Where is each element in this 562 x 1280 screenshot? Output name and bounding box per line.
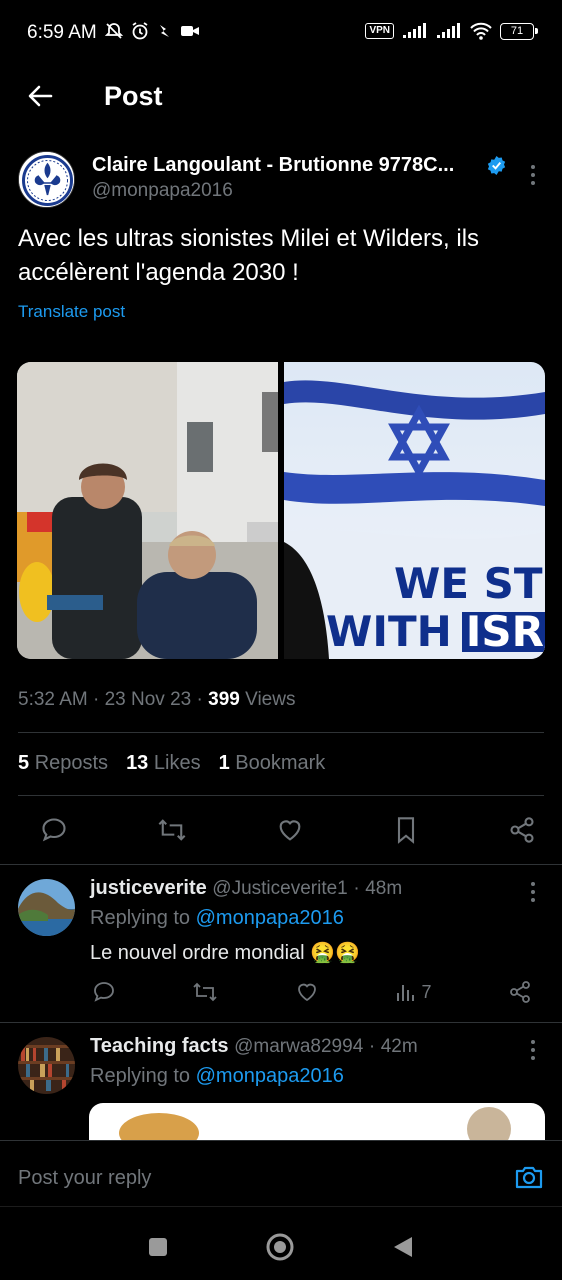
back-nav-icon[interactable]	[392, 1235, 414, 1259]
video-camera-icon	[180, 23, 200, 39]
flag-text-line2: WITH	[326, 607, 452, 656]
repost-icon[interactable]	[157, 816, 187, 844]
status-bar: 6:59 AM VPN 71	[0, 0, 562, 66]
likes-stat[interactable]: 13 Likes	[126, 752, 201, 775]
reply-author[interactable]: Teaching facts @marwa82994 · 42m	[90, 1035, 418, 1058]
reply-time: 48m	[365, 878, 403, 899]
replying-label: Replying to	[90, 1065, 191, 1087]
reply-views-count: 7	[421, 981, 432, 1002]
repost-icon[interactable]	[192, 980, 218, 1004]
divider	[0, 864, 562, 865]
signal-icon-2	[436, 23, 462, 39]
bookmarks-stat[interactable]: 1 Bookmark	[219, 752, 326, 775]
photo-two-men[interactable]	[17, 362, 278, 659]
reply-icon[interactable]	[40, 816, 68, 844]
reply-time: 42m	[380, 1036, 418, 1057]
flag-text-line1: WE ST	[394, 559, 543, 608]
replying-label: Replying to	[90, 907, 191, 929]
post-actions	[18, 812, 544, 848]
replying-to: Replying to @monpapa2016	[90, 907, 344, 930]
like-heart-icon[interactable]	[276, 816, 304, 844]
post-meta: 5:32 AM · 23 Nov 23 · 399 Views	[18, 689, 296, 710]
flag-image[interactable]: WE ST WITH ISR	[284, 362, 545, 659]
likes-count: 13	[126, 752, 149, 774]
divider	[18, 732, 544, 733]
reply-more-icon[interactable]	[522, 1038, 544, 1062]
post-media[interactable]: WE ST WITH ISR	[17, 362, 545, 659]
reply-input[interactable]: Post your reply	[18, 1167, 151, 1190]
reply-author-handle[interactable]: @Justiceverite1	[212, 878, 347, 899]
back-arrow-icon[interactable]	[24, 80, 56, 112]
views-label: Views	[245, 689, 296, 710]
reply-avatar[interactable]	[18, 879, 75, 936]
like-heart-icon[interactable]	[295, 980, 319, 1004]
battery-indicator: 71	[500, 22, 538, 40]
reply-author-handle[interactable]: @marwa82994	[234, 1036, 363, 1057]
status-right-icons: VPN 71	[365, 22, 538, 40]
author-avatar[interactable]	[18, 151, 75, 208]
mute-bell-icon	[104, 21, 124, 41]
reply-bar: Post your reply	[0, 1140, 562, 1206]
more-options-icon[interactable]	[522, 163, 544, 187]
views-stat[interactable]: 7	[395, 981, 431, 1003]
post-date: 23 Nov 23	[104, 689, 192, 710]
camera-icon[interactable]	[514, 1163, 544, 1191]
post-text: Avec les ultras sionistes Milei et Wilde…	[18, 225, 480, 286]
bookmarks-label: Bookmark	[235, 752, 326, 774]
verified-badge-icon	[487, 156, 506, 175]
reply-more-icon[interactable]	[522, 880, 544, 904]
post-time: 5:32 AM	[18, 689, 88, 710]
flag-text-line2-wrap: WITH ISR	[326, 607, 545, 656]
system-nav-bar	[0, 1206, 562, 1280]
views-chart-icon	[395, 981, 417, 1003]
divider	[0, 1022, 562, 1023]
views-count: 399	[208, 689, 240, 710]
reply-author-name[interactable]: justiceverite	[90, 877, 207, 899]
replying-to-handle[interactable]: @monpapa2016	[196, 1065, 344, 1087]
alarm-icon	[130, 21, 150, 41]
vpn-badge: VPN	[365, 23, 394, 39]
reposts-count: 5	[18, 752, 30, 774]
reply-text: Le nouvel ordre mondial 🤮🤮	[90, 942, 360, 964]
wifi-icon	[470, 22, 492, 40]
app-notification-icon	[156, 22, 174, 40]
bookmark-icon[interactable]	[393, 816, 419, 844]
status-left-icons	[104, 21, 200, 41]
likes-label: Likes	[153, 752, 201, 774]
divider	[18, 795, 544, 796]
status-time: 6:59 AM	[27, 22, 97, 43]
reposts-stat[interactable]: 5 Reposts	[18, 752, 108, 775]
reposts-label: Reposts	[34, 752, 109, 774]
translate-post-link[interactable]: Translate post	[18, 302, 125, 322]
page-title: Post	[104, 81, 163, 111]
share-icon[interactable]	[508, 816, 536, 844]
reply-icon[interactable]	[92, 980, 116, 1004]
reply-actions: 7	[92, 980, 532, 1004]
reply-avatar[interactable]	[18, 1037, 75, 1094]
reply-author[interactable]: justiceverite @Justiceverite1 · 48m	[90, 877, 402, 900]
reply-author-name[interactable]: Teaching facts	[90, 1035, 229, 1057]
reply-separator: ·	[353, 878, 360, 899]
recent-apps-icon[interactable]	[148, 1237, 168, 1257]
replying-to-handle[interactable]: @monpapa2016	[196, 907, 344, 929]
replying-to: Replying to @monpapa2016	[90, 1065, 344, 1088]
signal-icon	[402, 23, 428, 39]
author-handle[interactable]: @monpapa2016	[92, 180, 233, 202]
bookmarks-count: 1	[218, 752, 230, 774]
post-stats: 5 Reposts 13 Likes 1 Bookmark	[18, 752, 325, 775]
flag-text-boxed: ISR	[461, 610, 545, 652]
reply-separator: ·	[368, 1036, 376, 1057]
share-icon[interactable]	[508, 980, 532, 1004]
reply-media[interactable]	[89, 1103, 545, 1140]
author-name[interactable]: Claire Langoulant - Brutionne 9778C...	[92, 154, 454, 177]
home-icon[interactable]	[266, 1233, 294, 1261]
